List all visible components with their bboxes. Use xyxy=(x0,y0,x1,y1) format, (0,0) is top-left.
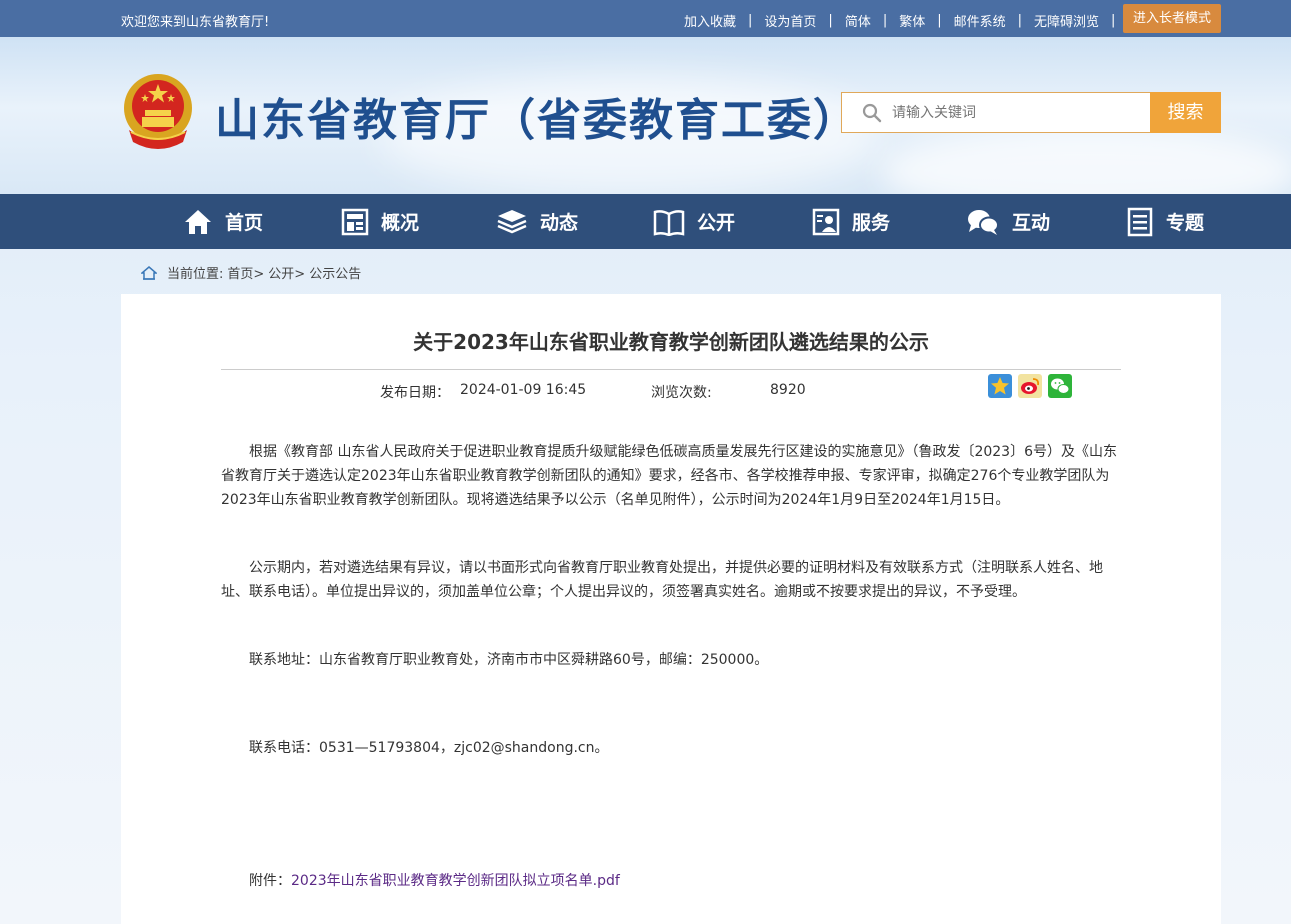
nav-item-label: 互动 xyxy=(1012,212,1051,234)
main-nav: 首页 概况 动态 公开 服务 互动 专题 xyxy=(0,194,1291,249)
nav-item-label: 概况 xyxy=(381,212,420,234)
separator: | xyxy=(1111,13,1116,28)
separator: | xyxy=(1017,13,1023,28)
weibo-share-icon[interactable] xyxy=(1018,374,1042,398)
site-title: 山东省教育厅（省委教育工委） xyxy=(215,95,859,146)
article-title: 关于2023年山东省职业教育教学创新团队遴选结果的公示 xyxy=(413,330,929,354)
top-links: 加入收藏 | 设为首页 | 简体 | 繁体 | 邮件系统 | 无障碍浏览 | xyxy=(684,11,1127,30)
nav-item-topic[interactable]: 专题 xyxy=(1126,194,1204,249)
views-label: 浏览次数: xyxy=(651,385,712,401)
share-bar xyxy=(988,374,1078,398)
wechat-share-icon[interactable] xyxy=(1048,374,1072,398)
nav-item-label: 服务 xyxy=(852,212,891,234)
nav-item-service[interactable]: 服务 xyxy=(812,194,890,249)
nav-item-label: 动态 xyxy=(540,212,579,234)
welcome-text: 欢迎您来到山东省教育厅! xyxy=(121,15,270,30)
search-button[interactable]: 搜索 xyxy=(1150,92,1221,133)
separator: | xyxy=(828,13,833,28)
add-favorite-link[interactable]: 加入收藏 xyxy=(684,11,736,30)
breadcrumb-item-home[interactable]: 首页> xyxy=(227,263,264,282)
title-divider xyxy=(221,369,1121,370)
accessibility-link[interactable]: 无障碍浏览 xyxy=(1034,11,1099,30)
top-bar: 欢迎您来到山东省教育厅! 加入收藏 | 设为首页 | 简体 | 繁体 | 邮件系… xyxy=(0,0,1291,37)
nav-item-home[interactable]: 首页 xyxy=(183,194,263,249)
breadcrumb-item-notice[interactable]: 公示公告 xyxy=(309,263,361,282)
paragraph: 根据《教育部 山东省人民政府关于促进职业教育提质升级赋能绿色低碳高质量发展先行区… xyxy=(221,444,1117,508)
qzone-share-icon[interactable] xyxy=(988,374,1012,398)
separator: | xyxy=(882,13,888,28)
news-icon xyxy=(497,209,527,233)
nav-item-public[interactable]: 公开 xyxy=(653,194,735,249)
book-icon xyxy=(653,209,685,236)
site-header: 山东省教育厅（省委教育工委） 搜索 xyxy=(0,37,1291,194)
nav-item-label: 公开 xyxy=(697,212,736,234)
search-input[interactable] xyxy=(892,101,1142,125)
elder-mode-button[interactable]: 进入长者模式 xyxy=(1123,4,1221,33)
simplified-chinese-link[interactable]: 简体 xyxy=(845,11,871,30)
separator: | xyxy=(937,13,942,28)
article-panel: 关于2023年山东省职业教育教学创新团队遴选结果的公示 发布日期： 2024-0… xyxy=(121,294,1221,924)
nav-item-overview[interactable]: 概况 xyxy=(341,194,419,249)
header-cloud xyxy=(880,127,1291,194)
traditional-chinese-link[interactable]: 繁体 xyxy=(899,11,925,30)
home-icon xyxy=(185,209,211,234)
nav-item-news[interactable]: 动态 xyxy=(496,194,578,249)
topic-icon xyxy=(1127,207,1153,236)
overview-icon xyxy=(341,208,369,235)
service-icon xyxy=(812,208,840,235)
home-icon xyxy=(141,265,157,280)
breadcrumb-item-public[interactable]: 公开> xyxy=(268,263,305,282)
paragraph: 联系地址：山东省教育厅职业教育处，济南市市中区舜耕路60号，邮编：250000。 xyxy=(249,652,769,668)
set-homepage-link[interactable]: 设为首页 xyxy=(764,11,816,30)
nav-item-label: 专题 xyxy=(1166,212,1205,234)
chat-icon xyxy=(968,209,999,235)
national-emblem-icon xyxy=(124,74,192,149)
nav-item-interaction[interactable]: 互动 xyxy=(966,194,1050,249)
breadcrumb: 当前位置: 首页> 公开> 公示公告 xyxy=(141,263,361,282)
attachment-line: 附件：2023年山东省职业教育教学创新团队拟立项名单.pdf xyxy=(221,869,1121,893)
attachment-link[interactable]: 2023年山东省职业教育教学创新团队拟立项名单.pdf xyxy=(291,873,620,889)
mail-system-link[interactable]: 邮件系统 xyxy=(954,11,1006,30)
publish-date: 2024-01-09 16:45 xyxy=(460,382,587,398)
views-count: 8920 xyxy=(770,382,806,398)
paragraph: 公示期内，若对遴选结果有异议，请以书面形式向省教育厅职业教育处提出，并提供必要的… xyxy=(221,560,1103,600)
paragraph: 联系电话：0531—51793804，zjc02@shandong.cn。 xyxy=(249,740,609,756)
breadcrumb-prefix: 当前位置: xyxy=(167,267,224,282)
attachment-label: 附件： xyxy=(249,873,291,889)
search-box xyxy=(841,92,1151,133)
date-label: 发布日期： xyxy=(380,385,450,401)
nav-item-label: 首页 xyxy=(225,212,264,234)
search-icon xyxy=(862,103,882,123)
separator: | xyxy=(748,13,753,28)
